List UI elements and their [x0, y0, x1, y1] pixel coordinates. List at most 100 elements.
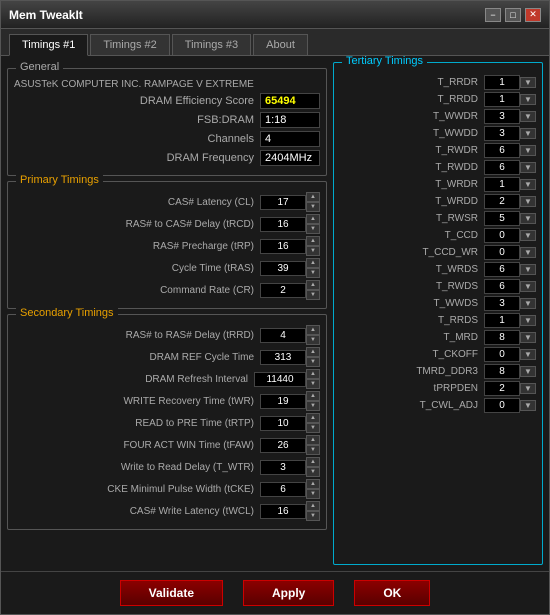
timing-input-twr: ▲ ▼ — [260, 391, 320, 411]
timing-down-refint[interactable]: ▼ — [306, 379, 320, 389]
timing-field-trtp[interactable] — [260, 416, 306, 431]
timing-up-tcke[interactable]: ▲ — [306, 479, 320, 489]
right-panel: Tertiary Timings T_RRDR ▼ T_RRDD ▼ T_WWD… — [333, 62, 543, 565]
timing-field-trcd[interactable] — [260, 217, 306, 232]
tert-field-rwds[interactable] — [484, 279, 520, 294]
tert-field-rwsr[interactable] — [484, 211, 520, 226]
timing-down-trp[interactable]: ▼ — [306, 246, 320, 256]
timing-field-ref[interactable] — [260, 350, 306, 365]
tert-field-ckoff[interactable] — [484, 347, 520, 362]
tert-arrow-rrdd[interactable]: ▼ — [520, 94, 536, 105]
tert-arrow-mrd[interactable]: ▼ — [520, 332, 536, 343]
tert-arrow-wwdd[interactable]: ▼ — [520, 128, 536, 139]
timing-field-trrd[interactable] — [260, 328, 306, 343]
timing-down-cl[interactable]: ▼ — [306, 202, 320, 212]
tert-field-wwds[interactable] — [484, 296, 520, 311]
timing-up-tfaw[interactable]: ▲ — [306, 435, 320, 445]
tert-arrow-rwdr[interactable]: ▼ — [520, 145, 536, 156]
timing-field-tcke[interactable] — [260, 482, 306, 497]
timing-up-refint[interactable]: ▲ — [306, 369, 320, 379]
tab-timings2[interactable]: Timings #2 — [90, 34, 169, 55]
tab-about[interactable]: About — [253, 34, 308, 55]
timing-down-ref[interactable]: ▼ — [306, 357, 320, 367]
tert-field-rwdr[interactable] — [484, 143, 520, 158]
timing-down-trtp[interactable]: ▼ — [306, 423, 320, 433]
tert-row-rrdd: T_RRDD ▼ — [340, 92, 536, 107]
timing-up-twr[interactable]: ▲ — [306, 391, 320, 401]
timing-field-trp[interactable] — [260, 239, 306, 254]
timing-up-trp[interactable]: ▲ — [306, 236, 320, 246]
tert-field-ccdwr[interactable] — [484, 245, 520, 260]
maximize-button[interactable]: □ — [505, 8, 521, 22]
timing-up-trcd[interactable]: ▲ — [306, 214, 320, 224]
tert-arrow-rwsr[interactable]: ▼ — [520, 213, 536, 224]
tert-field-prpden[interactable] — [484, 381, 520, 396]
tert-arrow-ccdwr[interactable]: ▼ — [520, 247, 536, 258]
tert-arrow-ccd[interactable]: ▼ — [520, 230, 536, 241]
timing-down-twcl[interactable]: ▼ — [306, 511, 320, 521]
timing-up-cl[interactable]: ▲ — [306, 192, 320, 202]
tert-field-wwdr[interactable] — [484, 109, 520, 124]
tert-arrow-rwds[interactable]: ▼ — [520, 281, 536, 292]
tert-arrow-rrds[interactable]: ▼ — [520, 315, 536, 326]
timing-up-trrd[interactable]: ▲ — [306, 325, 320, 335]
tert-field-wwdd[interactable] — [484, 126, 520, 141]
tert-field-tmrd[interactable] — [484, 364, 520, 379]
timing-field-twcl[interactable] — [260, 504, 306, 519]
validate-button[interactable]: Validate — [120, 580, 223, 606]
timing-input-twtr: ▲ ▼ — [260, 457, 320, 477]
tert-arrow-wrdr[interactable]: ▼ — [520, 179, 536, 190]
timing-field-cl[interactable] — [260, 195, 306, 210]
timing-down-tras[interactable]: ▼ — [306, 268, 320, 278]
timing-down-twr[interactable]: ▼ — [306, 401, 320, 411]
tert-field-wrdr[interactable] — [484, 177, 520, 192]
timing-down-tcke[interactable]: ▼ — [306, 489, 320, 499]
timing-field-refint[interactable] — [254, 372, 306, 387]
timing-field-twr[interactable] — [260, 394, 306, 409]
timing-down-trrd[interactable]: ▼ — [306, 335, 320, 345]
timing-up-twcl[interactable]: ▲ — [306, 501, 320, 511]
minimize-button[interactable]: − — [485, 8, 501, 22]
tert-field-mrd[interactable] — [484, 330, 520, 345]
tab-timings3[interactable]: Timings #3 — [172, 34, 251, 55]
timing-up-trtp[interactable]: ▲ — [306, 413, 320, 423]
timing-down-trcd[interactable]: ▼ — [306, 224, 320, 234]
tert-field-rrdd[interactable] — [484, 92, 520, 107]
tert-arrow-rrdr[interactable]: ▼ — [520, 77, 536, 88]
tert-row-mrd: T_MRD ▼ — [340, 330, 536, 345]
timing-up-tras[interactable]: ▲ — [306, 258, 320, 268]
tert-row-rwdd: T_RWDD ▼ — [340, 160, 536, 175]
tert-field-wrdd[interactable] — [484, 194, 520, 209]
tert-field-rwdd[interactable] — [484, 160, 520, 175]
tert-arrow-rwdd[interactable]: ▼ — [520, 162, 536, 173]
tert-arrow-wwdr[interactable]: ▼ — [520, 111, 536, 122]
tert-field-rrds[interactable] — [484, 313, 520, 328]
tert-arrow-cwladj[interactable]: ▼ — [520, 400, 536, 411]
timing-field-tfaw[interactable] — [260, 438, 306, 453]
timing-down-tfaw[interactable]: ▼ — [306, 445, 320, 455]
tab-timings1[interactable]: Timings #1 — [9, 34, 88, 56]
tert-field-rrdr[interactable] — [484, 75, 520, 90]
ok-button[interactable]: OK — [354, 580, 430, 606]
tert-field-ccd[interactable] — [484, 228, 520, 243]
tert-arrow-tmrd[interactable]: ▼ — [520, 366, 536, 377]
timing-up-ref[interactable]: ▲ — [306, 347, 320, 357]
tert-field-cwladj[interactable] — [484, 398, 520, 413]
tert-arrow-wrds[interactable]: ▼ — [520, 264, 536, 275]
timing-row-refint: DRAM Refresh Interval ▲ ▼ — [14, 369, 320, 389]
timing-down-cr[interactable]: ▼ — [306, 290, 320, 300]
close-button[interactable]: ✕ — [525, 8, 541, 22]
timing-up-twtr[interactable]: ▲ — [306, 457, 320, 467]
timing-field-twtr[interactable] — [260, 460, 306, 475]
timing-down-twtr[interactable]: ▼ — [306, 467, 320, 477]
tert-arrow-wrdd[interactable]: ▼ — [520, 196, 536, 207]
tert-field-wrds[interactable] — [484, 262, 520, 277]
secondary-timings-rows: RAS# to RAS# Delay (tRRD) ▲ ▼ DRAM REF C… — [14, 325, 320, 521]
tert-arrow-prpden[interactable]: ▼ — [520, 383, 536, 394]
timing-field-cr[interactable] — [260, 283, 306, 298]
apply-button[interactable]: Apply — [243, 580, 334, 606]
timing-up-cr[interactable]: ▲ — [306, 280, 320, 290]
timing-field-tras[interactable] — [260, 261, 306, 276]
tert-arrow-wwds[interactable]: ▼ — [520, 298, 536, 309]
tert-arrow-ckoff[interactable]: ▼ — [520, 349, 536, 360]
